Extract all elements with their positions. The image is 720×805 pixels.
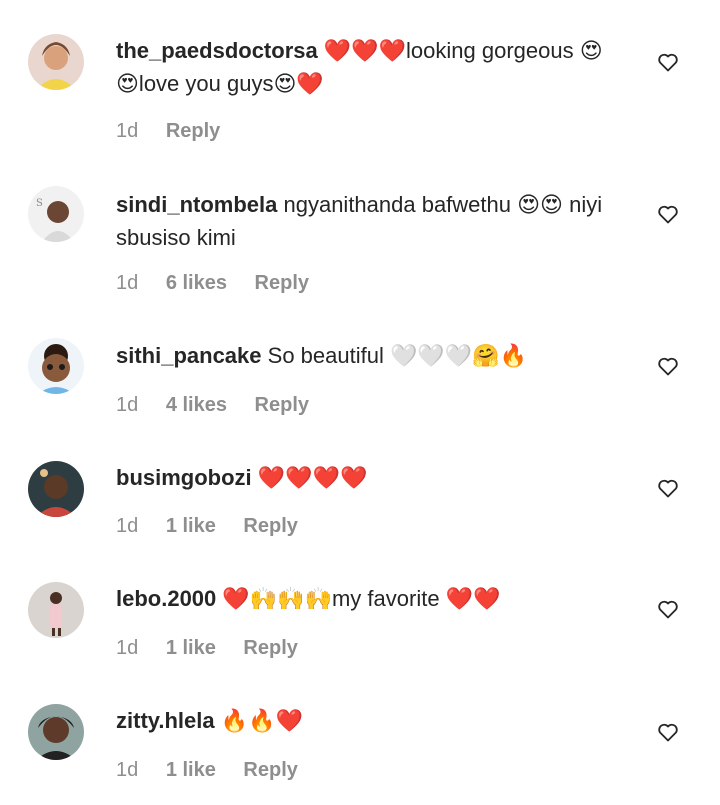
comment-text: ❤️🙌🙌🙌my favorite ❤️❤️ bbox=[222, 586, 501, 611]
avatar[interactable] bbox=[28, 461, 84, 517]
comment-body: the_paedsdoctorsa ❤️❤️❤️looking gorgeous… bbox=[116, 34, 616, 100]
heart-outline-icon[interactable] bbox=[656, 720, 680, 744]
comment-item: the_paedsdoctorsa ❤️❤️❤️looking gorgeous… bbox=[0, 0, 720, 160]
reply-button[interactable]: Reply bbox=[255, 272, 309, 295]
reply-button[interactable]: Reply bbox=[243, 637, 297, 660]
comment-item: S sindi_ntombela ngyanithanda bafwethu 😍… bbox=[0, 160, 720, 310]
comment-item: sithi_pancake So beautiful 🤍🤍🤍🤗🔥 1d 4 li… bbox=[0, 310, 720, 435]
heart-outline-icon[interactable] bbox=[656, 597, 680, 621]
comment-username[interactable]: lebo.2000 bbox=[116, 586, 216, 611]
comment-meta: 1d 6 likes Reply bbox=[116, 272, 331, 295]
avatar[interactable] bbox=[28, 704, 84, 760]
avatar[interactable] bbox=[28, 582, 84, 638]
comment-username[interactable]: sindi_ntombela bbox=[116, 192, 277, 217]
comment-text: So beautiful 🤍🤍🤍🤗🔥 bbox=[267, 343, 527, 368]
heart-outline-icon[interactable] bbox=[656, 202, 680, 226]
comment-meta: 1d 1 like Reply bbox=[116, 759, 320, 782]
likes-count[interactable]: 1 like bbox=[166, 637, 216, 660]
comment-username[interactable]: busimgobozi bbox=[116, 465, 252, 490]
svg-text:S: S bbox=[36, 198, 43, 209]
comment-meta: 1d 1 like Reply bbox=[116, 515, 320, 538]
comment-meta: 1d 4 likes Reply bbox=[116, 394, 331, 417]
avatar[interactable] bbox=[28, 338, 84, 394]
comment-body: sithi_pancake So beautiful 🤍🤍🤍🤗🔥 bbox=[116, 339, 616, 372]
comment-time: 1d bbox=[116, 637, 139, 659]
comment-body: zitty.hlela 🔥🔥❤️ bbox=[116, 704, 616, 737]
comment-body: busimgobozi ❤️❤️❤️❤️ bbox=[116, 461, 616, 494]
likes-count[interactable]: 1 like bbox=[166, 759, 216, 782]
comment-time: 1d bbox=[116, 759, 139, 781]
heart-outline-icon[interactable] bbox=[656, 354, 680, 378]
reply-button[interactable]: Reply bbox=[255, 394, 309, 417]
comment-item: busimgobozi ❤️❤️❤️❤️ 1d 1 like Reply bbox=[0, 435, 720, 555]
heart-outline-icon[interactable] bbox=[656, 476, 680, 500]
comment-username[interactable]: sithi_pancake bbox=[116, 343, 262, 368]
comment-item: zitty.hlela 🔥🔥❤️ 1d 1 like Reply bbox=[0, 677, 720, 805]
comment-body: lebo.2000 ❤️🙌🙌🙌my favorite ❤️❤️ bbox=[116, 582, 616, 615]
heart-outline-icon[interactable] bbox=[656, 50, 680, 74]
reply-button[interactable]: Reply bbox=[243, 515, 297, 538]
comment-username[interactable]: zitty.hlela bbox=[116, 708, 215, 733]
likes-count[interactable]: 1 like bbox=[166, 515, 216, 538]
comment-meta: 1d Reply bbox=[116, 120, 242, 143]
comment-time: 1d bbox=[116, 120, 139, 142]
comment-text: ❤️❤️❤️❤️ bbox=[257, 465, 368, 490]
reply-button[interactable]: Reply bbox=[243, 759, 297, 782]
comment-time: 1d bbox=[116, 394, 139, 416]
likes-count[interactable]: 6 likes bbox=[166, 272, 227, 295]
comment-username[interactable]: the_paedsdoctorsa bbox=[116, 38, 318, 63]
avatar[interactable] bbox=[28, 34, 84, 90]
likes-count[interactable]: 4 likes bbox=[166, 394, 227, 417]
comment-item: lebo.2000 ❤️🙌🙌🙌my favorite ❤️❤️ 1d 1 lik… bbox=[0, 555, 720, 677]
comment-text: 🔥🔥❤️ bbox=[220, 708, 303, 733]
comment-time: 1d bbox=[116, 515, 139, 537]
comment-body: sindi_ntombela ngyanithanda bafwethu 😍😍 … bbox=[116, 188, 616, 254]
avatar[interactable]: S bbox=[28, 186, 84, 242]
reply-button[interactable]: Reply bbox=[166, 120, 220, 143]
comment-time: 1d bbox=[116, 272, 139, 294]
comment-meta: 1d 1 like Reply bbox=[116, 637, 320, 660]
